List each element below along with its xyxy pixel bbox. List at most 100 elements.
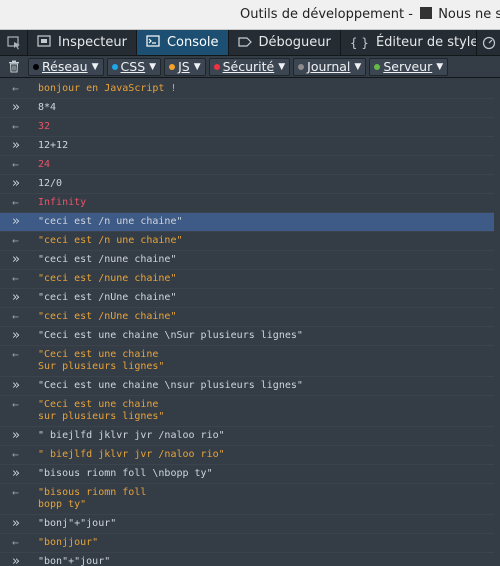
filter-journal-label: Journal — [307, 59, 351, 74]
filter-securite[interactable]: Sécurité ▼ — [208, 57, 291, 76]
filter-serveur-label: Serveur — [383, 59, 433, 74]
console-message-text: "bonj"+"jour" — [38, 518, 117, 529]
console-input-row[interactable]: » "bisous riomn foll \nbopp ty" — [0, 465, 500, 484]
options-button[interactable] — [476, 30, 500, 55]
console-message-text: "bisous riomn foll \nbopp ty" — [38, 468, 213, 479]
console-message-text: "Ceci est une chaine \nsur plusieurs lig… — [38, 380, 303, 391]
filter-journal[interactable]: Journal ▼ — [293, 57, 367, 76]
tab-inspecteur[interactable]: Inspecteur — [28, 30, 137, 55]
console-message-text: "ceci est /nUne chaine" — [38, 292, 177, 303]
filter-serveur[interactable]: Serveur ▼ — [369, 57, 449, 76]
result-arrow-icon: ← — [12, 234, 19, 247]
serveur-dot-icon — [374, 63, 381, 70]
reseau-dot-icon — [33, 63, 39, 70]
input-chevron-icon: » — [12, 328, 20, 343]
trash-icon — [9, 60, 19, 73]
filter-js[interactable]: JS ▼ — [164, 57, 206, 76]
console-message-text: 24 — [38, 159, 51, 170]
window-title-text: Outils de développement - — [240, 7, 418, 22]
element-picker-icon — [6, 35, 20, 49]
console-input-row[interactable]: » "ceci est /nune chaine" — [0, 251, 500, 270]
tab-inspecteur-label: Inspecteur — [58, 35, 127, 50]
chevron-down-icon: ▼ — [278, 61, 286, 72]
result-arrow-icon: ← — [12, 196, 19, 209]
console-output-row[interactable]: ← "bonjjour" — [0, 534, 500, 553]
console-output-row[interactable]: ← "ceci est /nUne chaine" — [0, 308, 500, 327]
window-title-suffix: Nous ne sa — [438, 7, 500, 22]
console-scrollbar[interactable] — [494, 80, 500, 566]
element-picker-button[interactable] — [0, 30, 28, 55]
filter-reseau-label: Réseau — [42, 59, 88, 74]
chevron-down-icon: ▼ — [354, 61, 362, 72]
input-chevron-icon: » — [12, 554, 20, 566]
console-message-text: "ceci est /nUne chaine" — [38, 311, 177, 322]
console-message-text: 8*4 — [38, 102, 57, 113]
console-input-row[interactable]: » 8*4 — [0, 99, 500, 118]
debugger-icon — [237, 36, 252, 50]
console-filter-bar: Réseau ▼ CSS ▼ JS ▼ Sécurité ▼ Journal ▼ Serv… — [0, 56, 500, 78]
filter-js-label: JS — [178, 59, 190, 74]
console-output-row[interactable]: ← 24 — [0, 156, 500, 175]
console-output-row[interactable]: ← " biejlfd jklvr jvr /naloo rio" — [0, 446, 500, 465]
console-message-text: "Ceci est une chaine \nSur plusieurs lig… — [38, 330, 303, 341]
console-output-row[interactable]: ← "bisous riomn foll bopp ty" — [0, 484, 500, 515]
console-output-row[interactable]: ← "Ceci est une chaine Sur plusieurs lign… — [0, 346, 500, 377]
console-message-text: " biejlfd jklvr jvr /naloo rio" — [38, 430, 225, 441]
chevron-down-icon: ▼ — [91, 61, 99, 72]
window-title: Outils de développement - Nous ne sa — [240, 7, 500, 22]
console-input-row[interactable]: » "bon"+"jour" — [0, 553, 500, 566]
input-chevron-icon: » — [12, 100, 20, 115]
gauge-icon — [482, 36, 495, 49]
inspector-icon — [37, 35, 51, 50]
console-input-row[interactable]: » 12+12 — [0, 137, 500, 156]
journal-dot-icon — [298, 63, 305, 70]
input-chevron-icon: » — [12, 214, 20, 229]
filter-reseau[interactable]: Réseau ▼ — [28, 57, 104, 76]
tab-editeur-de-style[interactable]: { } Éditeur de style — [341, 30, 489, 55]
filter-css[interactable]: CSS ▼ — [106, 57, 162, 76]
console-input-row[interactable]: » "Ceci est une chaine \nsur plusieurs li… — [0, 377, 500, 396]
input-chevron-icon: » — [12, 252, 20, 267]
filter-securite-label: Sécurité — [222, 59, 275, 74]
console-output-row[interactable]: ← "ceci est /n une chaine" — [0, 232, 500, 251]
result-arrow-icon: ← — [12, 536, 19, 549]
tab-debogueur[interactable]: Débogueur — [229, 30, 341, 55]
tab-console-label: Console — [166, 35, 219, 50]
console-input-row[interactable]: » "ceci est /n une chaine" — [0, 213, 500, 232]
result-arrow-icon: ← — [12, 120, 19, 133]
console-output-row[interactable]: ← 32 — [0, 118, 500, 137]
clear-console-button[interactable] — [0, 60, 28, 73]
result-arrow-icon: ← — [12, 310, 19, 323]
filter-css-label: CSS — [120, 59, 146, 74]
console-message-text: "ceci est /nune chaine" — [38, 273, 177, 284]
securite-dot-icon — [213, 63, 220, 70]
console-icon — [146, 35, 160, 50]
console-message-text: "bisous riomn foll bopp ty" — [38, 487, 147, 510]
input-chevron-icon: » — [12, 378, 20, 393]
result-arrow-icon: ← — [12, 272, 19, 285]
console-input-row[interactable]: » "bonj"+"jour" — [0, 515, 500, 534]
console-message-text: "bon"+"jour" — [38, 556, 111, 566]
chevron-down-icon: ▼ — [149, 61, 157, 72]
console-message-text: "ceci est /n une chaine" — [38, 216, 183, 227]
css-dot-icon — [111, 63, 118, 70]
console-input-row[interactable]: » "ceci est /nUne chaine" — [0, 289, 500, 308]
console-message-text: "bonjjour" — [38, 537, 99, 548]
console-message-text: Infinity — [38, 197, 87, 208]
console-message-text: "Ceci est une chaine Sur plusieurs ligne… — [38, 349, 165, 372]
chevron-down-icon: ▼ — [193, 61, 201, 72]
console-output-row[interactable]: ← bonjour en JavaScript ! — [0, 80, 500, 99]
result-arrow-icon: ← — [12, 486, 19, 499]
tab-editeur-de-style-label: Éditeur de style — [375, 35, 479, 50]
console-input-row[interactable]: » " biejlfd jklvr jvr /naloo rio" — [0, 427, 500, 446]
console-output-row[interactable]: ← Infinity — [0, 194, 500, 213]
console-message-text: 32 — [38, 121, 51, 132]
console-output-row[interactable]: ← "Ceci est une chaine sur plusieurs lign… — [0, 396, 500, 427]
result-arrow-icon: ← — [12, 398, 19, 411]
console-message-text: 12+12 — [38, 140, 69, 151]
console-input-row[interactable]: » 12/0 — [0, 175, 500, 194]
tab-console[interactable]: Console — [136, 30, 229, 55]
console-input-row[interactable]: » "Ceci est une chaine \nSur plusieurs li… — [0, 327, 500, 346]
console-output[interactable]: ← bonjour en JavaScript ! » 8*4 ← 32 » 12+12 ← 24… — [0, 80, 500, 566]
console-output-row[interactable]: ← "ceci est /nune chaine" — [0, 270, 500, 289]
